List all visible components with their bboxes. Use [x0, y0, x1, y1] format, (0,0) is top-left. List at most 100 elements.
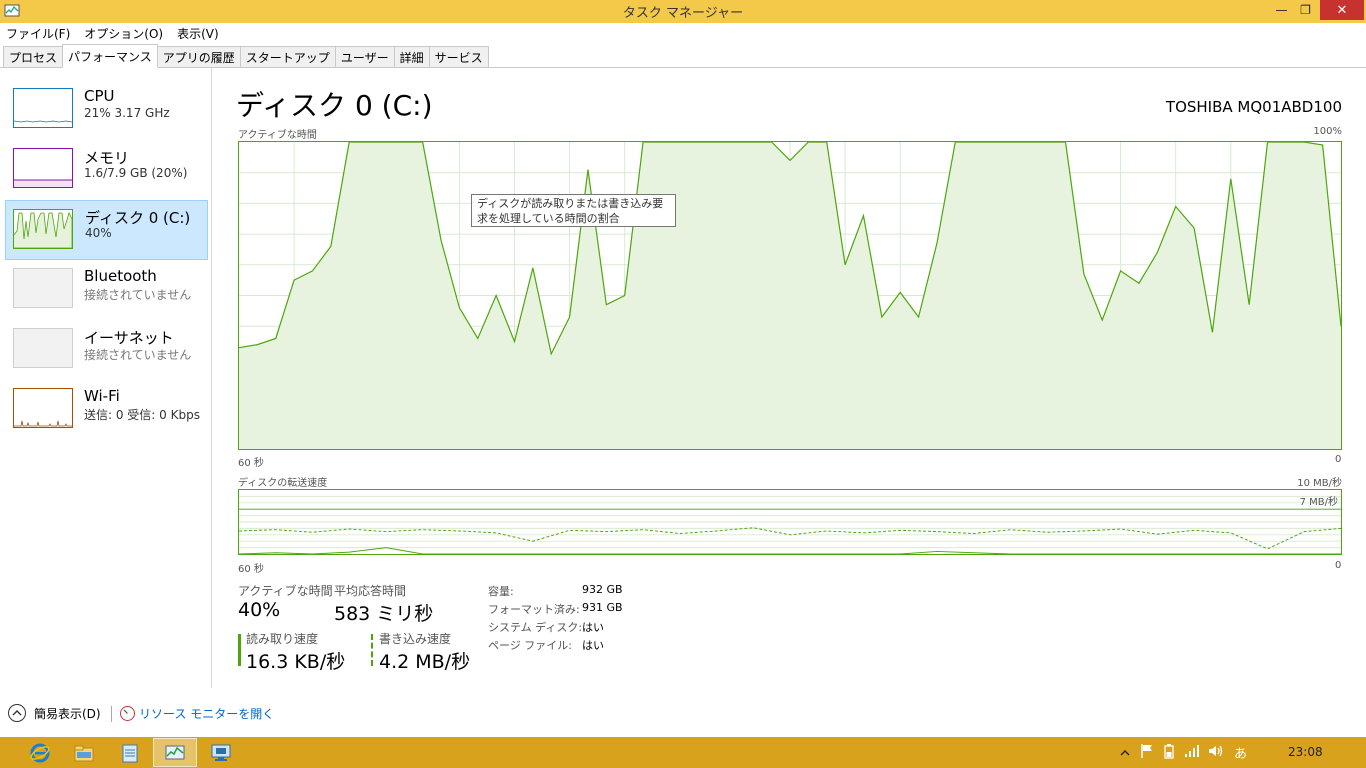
chart1-max: 100%: [1313, 126, 1342, 137]
write-speed-value: 4.2 MB/秒: [379, 651, 471, 673]
notepad-icon: [122, 744, 138, 762]
tab-details[interactable]: 詳細: [393, 46, 430, 67]
active-time-value: 40%: [238, 599, 281, 621]
write-speed-label: 書き込み速度: [379, 632, 452, 646]
write-indicator: [371, 634, 373, 666]
remote-desktop-icon: [211, 744, 231, 761]
sidebar-item-title: ディスク 0 (C:): [85, 209, 191, 227]
taskbar-remote-desktop[interactable]: [199, 738, 243, 767]
sidebar-item-title: メモリ: [84, 149, 130, 167]
taskbar-clock[interactable]: 23:08: [1288, 745, 1323, 759]
title-bar: タスク マネージャー — ❐ ✕: [0, 0, 1366, 23]
write-rate-line: [239, 527, 1341, 550]
avg-response-label: 平均応答時間: [334, 584, 407, 598]
tab-services[interactable]: サービス: [428, 46, 489, 67]
task-manager-icon: [165, 745, 185, 759]
sidebar-item-title: イーサネット: [84, 329, 174, 347]
action-center-flag-icon[interactable]: [1140, 743, 1154, 762]
chart2-x-right: 0: [1335, 560, 1342, 571]
system-tray: あ: [1120, 737, 1247, 768]
network-signal-icon[interactable]: [1184, 744, 1200, 761]
fewer-details-label: 簡易表示(D): [34, 706, 101, 721]
wifi-thumbnail: [13, 388, 73, 428]
chart2-label: ディスクの転送速度: [238, 478, 328, 489]
sidebar-item-disk[interactable]: ディスク 0 (C:) 40%: [5, 200, 208, 260]
resource-monitor-icon: [120, 706, 135, 721]
taskbar-internet-explorer[interactable]: [18, 738, 62, 767]
sidebar-item-subtitle: 接続されていません: [84, 288, 192, 302]
internet-explorer-icon: [30, 743, 50, 762]
tab-startup[interactable]: スタートアップ: [239, 46, 336, 67]
taskbar: あ 23:08: [0, 737, 1366, 768]
menu-view[interactable]: 表示(V): [177, 25, 219, 42]
read-speed-value: 16.3 KB/秒: [246, 651, 346, 673]
disk-model: TOSHIBA MQ01ABD100: [1165, 98, 1342, 116]
formatted-label: フォーマット済み:: [488, 603, 580, 616]
battery-icon[interactable]: [1162, 743, 1176, 762]
system-disk-value: はい: [582, 621, 604, 634]
resource-monitor-link[interactable]: リソース モニターを開く: [120, 705, 274, 722]
chevron-up-icon: [8, 704, 26, 722]
read-speed-label: 読み取り速度: [246, 632, 319, 646]
task-manager-icon: [4, 4, 20, 17]
tab-strip: プロセス パフォーマンス アプリの履歴 スタートアップ ユーザー 詳細 サービス: [0, 44, 1366, 68]
taskbar-file-explorer[interactable]: [62, 738, 106, 767]
tab-app-history[interactable]: アプリの履歴: [156, 46, 241, 67]
menu-options[interactable]: オプション(O): [84, 25, 163, 42]
sidebar-item-ethernet[interactable]: イーサネット 接続されていません: [5, 320, 208, 380]
chart-tooltip: ディスクが読み取りまたは書き込み要求を処理している時間の割合: [471, 194, 676, 227]
sidebar-item-subtitle: 40%: [85, 226, 112, 240]
ethernet-thumbnail: [13, 328, 73, 368]
sidebar-item-memory[interactable]: メモリ 1.6/7.9 GB (20%): [5, 140, 208, 200]
disk-thumbnail: [13, 209, 73, 249]
system-disk-label: システム ディスク:: [488, 621, 583, 634]
chart2-inner-max: 7 MB/秒: [1299, 497, 1338, 508]
chart1-x-left: 60 秒: [238, 458, 264, 469]
menu-bar: ファイル(F) オプション(O) 表示(V): [0, 23, 1366, 43]
cpu-thumbnail: [13, 88, 73, 128]
tab-users[interactable]: ユーザー: [334, 46, 395, 67]
chart1-label: アクティブな時間: [238, 130, 317, 141]
sidebar-item-subtitle: 送信: 0 受信: 0 Kbps: [84, 408, 200, 422]
tab-performance[interactable]: パフォーマンス: [62, 44, 158, 68]
read-rate-line: [239, 547, 1341, 554]
active-time-label: アクティブな時間: [238, 584, 333, 598]
footer-separator: [111, 706, 112, 722]
sidebar-item-title: CPU: [84, 87, 115, 105]
capacity-label: 容量:: [488, 585, 514, 598]
fewer-details-button[interactable]: 簡易表示(D): [8, 704, 101, 722]
maximize-button[interactable]: ❐: [1292, 0, 1319, 20]
sidebar-item-title: Bluetooth: [84, 267, 157, 285]
close-button[interactable]: ✕: [1320, 0, 1364, 20]
sidebar-item-title: Wi-Fi: [84, 387, 120, 405]
active-time-chart: [238, 141, 1342, 450]
show-hidden-icons-icon[interactable]: [1120, 746, 1130, 760]
transfer-rate-chart: [238, 489, 1342, 555]
page-title: ディスク 0 (C:): [236, 89, 433, 122]
sidebar-item-subtitle: 1.6/7.9 GB (20%): [84, 166, 188, 180]
avg-response-value: 583 ミリ秒: [334, 603, 434, 625]
capacity-value: 932 GB: [582, 583, 623, 596]
window-title: タスク マネージャー: [622, 6, 744, 21]
resource-monitor-label: リソース モニターを開く: [139, 707, 275, 721]
minimize-button[interactable]: —: [1268, 0, 1295, 20]
taskbar-task-manager[interactable]: [153, 738, 197, 767]
taskbar-notepad[interactable]: [108, 738, 152, 767]
volume-icon[interactable]: [1208, 744, 1224, 761]
formatted-value: 931 GB: [582, 601, 623, 614]
ime-indicator[interactable]: あ: [1234, 743, 1247, 762]
page-file-value: はい: [582, 639, 604, 652]
bluetooth-thumbnail: [13, 268, 73, 308]
sidebar-item-cpu[interactable]: CPU 21% 3.17 GHz: [5, 80, 208, 140]
tab-processes[interactable]: プロセス: [3, 46, 64, 67]
footer-bar: 簡易表示(D) リソース モニターを開く: [0, 701, 1366, 727]
memory-thumbnail: [13, 148, 73, 188]
sidebar-item-subtitle: 接続されていません: [84, 348, 192, 362]
sidebar-item-bluetooth[interactable]: Bluetooth 接続されていません: [5, 260, 208, 320]
sidebar-item-subtitle: 21% 3.17 GHz: [84, 106, 170, 120]
chart1-x-right: 0: [1335, 454, 1342, 465]
menu-file[interactable]: ファイル(F): [6, 25, 70, 42]
page-file-label: ページ ファイル:: [488, 639, 572, 652]
sidebar-item-wifi[interactable]: Wi-Fi 送信: 0 受信: 0 Kbps: [5, 380, 208, 440]
chart2-x-left: 60 秒: [238, 564, 264, 575]
